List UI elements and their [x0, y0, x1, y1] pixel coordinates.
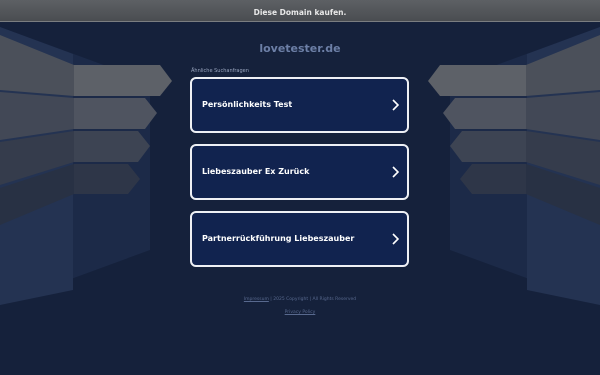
footer-privacy-line: Privacy Policy [0, 310, 600, 315]
imprint-link[interactable]: Impressum [244, 297, 269, 302]
footer-copyright-line: Impressum | 2025 Copyright | All Rights … [0, 297, 600, 302]
footer-separator: | [270, 297, 272, 302]
related-search-label: Partnerrückführung Liebeszauber [202, 234, 355, 243]
domain-title: lovetester.de [259, 42, 341, 55]
chevron-right-icon [392, 233, 399, 245]
footer-separator: | [309, 297, 312, 302]
related-search-link[interactable]: Liebeszauber Ex Zurück [190, 144, 409, 200]
chevron-right-icon [392, 166, 399, 178]
privacy-policy-link[interactable]: Privacy Policy [285, 310, 316, 315]
buy-domain-banner[interactable]: Diese Domain kaufen. [0, 0, 600, 22]
rights-text: All Rights Reserved [312, 297, 357, 302]
related-search-link[interactable]: Partnerrückführung Liebeszauber [190, 211, 409, 267]
related-search-label: Liebeszauber Ex Zurück [202, 167, 310, 176]
related-searches-heading: Ähnliche Suchanfragen [191, 68, 249, 74]
right-decoration [428, 27, 600, 305]
buy-domain-link[interactable]: Diese Domain kaufen. [254, 8, 347, 17]
left-decoration [0, 27, 172, 305]
chevron-right-icon [392, 99, 399, 111]
copyright-text: 2025 Copyright [273, 297, 309, 302]
related-search-label: Persönlichkeits Test [202, 100, 293, 109]
related-search-link[interactable]: Persönlichkeits Test [190, 77, 409, 133]
